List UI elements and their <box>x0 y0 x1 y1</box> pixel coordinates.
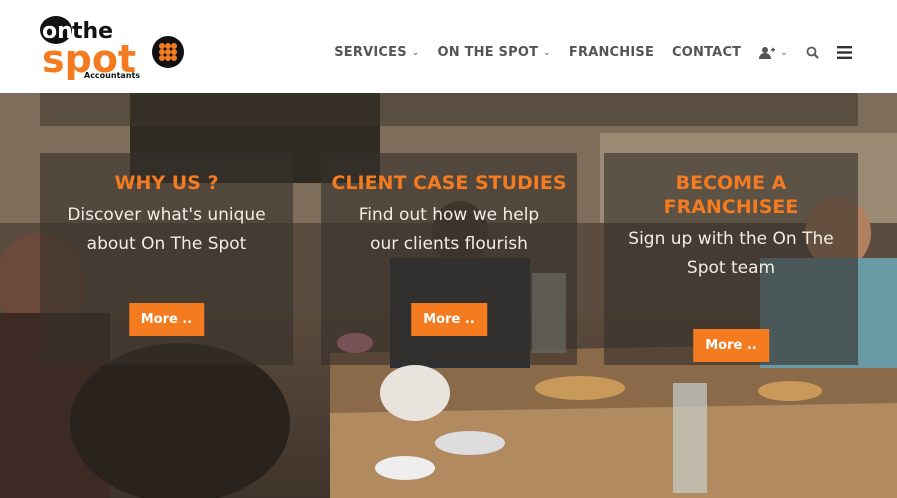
on-the-spot-logo[interactable]: on the spot Accountants <box>38 8 188 82</box>
top-overlay-strip <box>40 93 858 126</box>
card-client-case-studies: CLIENT CASE STUDIES Find out how we help… <box>321 153 577 365</box>
nav-user-menu[interactable]: ⌄ <box>759 46 788 59</box>
chevron-down-icon: ⌄ <box>780 47 788 58</box>
nav-contact[interactable]: CONTACT <box>672 45 741 60</box>
why-us-more-button[interactable]: More .. <box>128 303 205 336</box>
main-nav: SERVICES ⌄ ON THE SPOT ⌄ FRANCHISE CONTA… <box>334 45 852 60</box>
card-title: CLIENT CASE STUDIES <box>331 172 567 194</box>
card-text: Find out how we help our clients flouris… <box>358 205 540 254</box>
card-become-franchisee: BECOME A FRANCHISEE Sign up with the On … <box>604 153 858 365</box>
nav-on-the-spot-label: ON THE SPOT <box>437 45 539 60</box>
menu-button[interactable] <box>837 46 852 59</box>
logo-subtitle: Accountants <box>84 71 140 80</box>
franchisee-more-button[interactable]: More .. <box>693 329 769 362</box>
nav-franchise[interactable]: FRANCHISE <box>569 45 654 60</box>
nav-franchise-label: FRANCHISE <box>568 45 655 60</box>
card-text: Sign up with the On The Spot team <box>628 229 834 278</box>
nav-services-label: SERVICES <box>334 45 407 60</box>
search-icon <box>806 46 819 59</box>
hero-section: WHY US ? Discover what's unique about On… <box>0 93 897 498</box>
site-header: on the spot Accountants SERVICES ⌄ ON TH… <box>0 0 897 93</box>
nav-contact-label: CONTACT <box>672 45 742 60</box>
search-button[interactable] <box>806 46 819 59</box>
card-text: Discover what's unique about On The Spot <box>67 205 266 254</box>
chevron-down-icon: ⌄ <box>411 47 420 58</box>
card-title: BECOME A FRANCHISEE <box>663 172 799 218</box>
nav-on-the-spot[interactable]: ON THE SPOT ⌄ <box>438 45 551 60</box>
chevron-down-icon: ⌄ <box>543 47 551 58</box>
case-studies-more-button[interactable]: More .. <box>411 303 487 336</box>
nav-services[interactable]: SERVICES ⌄ <box>334 45 419 60</box>
hamburger-menu-icon <box>837 46 852 59</box>
card-why-us: WHY US ? Discover what's unique about On… <box>40 153 293 365</box>
card-title: WHY US ? <box>114 172 219 194</box>
add-user-icon <box>759 46 776 59</box>
